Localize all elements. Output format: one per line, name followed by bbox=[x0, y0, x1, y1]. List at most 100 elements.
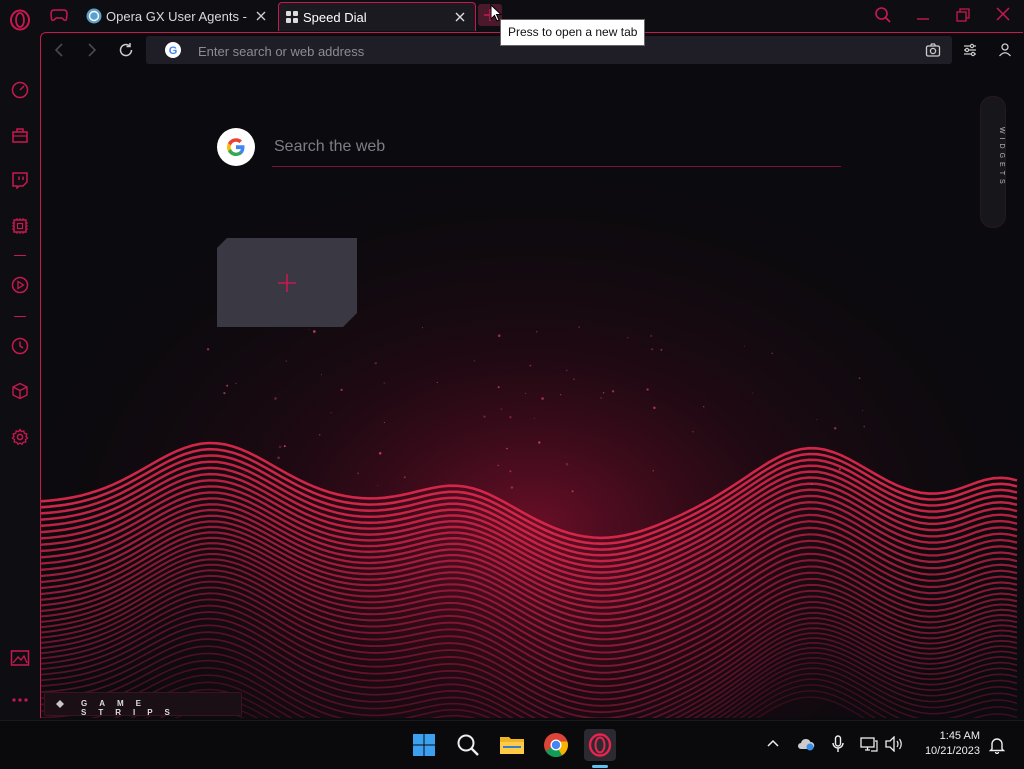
shopping-bag-icon[interactable] bbox=[8, 123, 32, 147]
snapshot-camera-icon[interactable] bbox=[925, 42, 941, 58]
particle-dot bbox=[536, 331, 538, 333]
particle-dot bbox=[600, 397, 602, 399]
particle-dot bbox=[529, 364, 532, 367]
particle-dot bbox=[702, 405, 705, 408]
reload-icon[interactable] bbox=[118, 42, 134, 58]
profile-icon[interactable] bbox=[998, 42, 1012, 58]
close-tab-icon[interactable] bbox=[254, 9, 268, 23]
particle-dot bbox=[226, 384, 229, 387]
player-icon[interactable] bbox=[8, 273, 32, 297]
particle-dot bbox=[743, 345, 746, 347]
particle-dot bbox=[560, 394, 562, 396]
game-strips-icon bbox=[56, 700, 64, 708]
settings-gear-icon[interactable] bbox=[8, 425, 32, 449]
particle-dot bbox=[565, 369, 568, 372]
particle-dot bbox=[235, 382, 237, 385]
particle-dot bbox=[378, 452, 382, 455]
cpu-icon[interactable] bbox=[8, 214, 32, 238]
close-window-icon[interactable] bbox=[996, 7, 1010, 21]
particle-dot bbox=[483, 415, 486, 418]
particle-dot bbox=[340, 388, 343, 392]
particle-dot bbox=[244, 472, 246, 474]
particle-dot bbox=[646, 388, 649, 391]
web-search-input[interactable] bbox=[272, 128, 841, 167]
notification-bell-icon[interactable] bbox=[989, 736, 1005, 754]
particle-dot bbox=[541, 397, 544, 400]
particle-dot bbox=[651, 348, 654, 351]
plus-icon bbox=[277, 273, 297, 293]
more-dots-icon[interactable] bbox=[8, 688, 32, 712]
particle-dot bbox=[660, 348, 663, 351]
particle-dot bbox=[602, 392, 605, 394]
particle-dot bbox=[473, 360, 476, 362]
wallpaper-icon[interactable] bbox=[8, 646, 32, 670]
chrome-icon[interactable] bbox=[540, 729, 572, 761]
extensions-cube-icon[interactable] bbox=[8, 379, 32, 403]
particle-dot bbox=[421, 327, 423, 329]
particle-dot bbox=[497, 386, 500, 389]
search-icon[interactable] bbox=[452, 729, 484, 761]
particle-dot bbox=[611, 390, 615, 393]
particle-dot bbox=[752, 392, 754, 394]
close-tab-icon[interactable] bbox=[453, 10, 467, 24]
add-speed-dial-tile[interactable] bbox=[217, 238, 357, 327]
restore-icon[interactable] bbox=[956, 8, 970, 22]
opera-gx-logo-icon[interactable] bbox=[8, 8, 32, 32]
particle-dot bbox=[816, 419, 818, 421]
particle-dot bbox=[653, 406, 656, 410]
microphone-icon[interactable] bbox=[831, 735, 845, 753]
tab-opera-gx-user-agents[interactable]: Opera GX User Agents - W bbox=[84, 2, 276, 30]
particle-dot bbox=[277, 456, 280, 460]
system-clock[interactable]: 1:45 AM 10/21/2023 bbox=[925, 729, 980, 759]
particle-dot bbox=[285, 360, 288, 363]
history-icon[interactable] bbox=[8, 334, 32, 358]
particle-dot bbox=[538, 441, 541, 444]
particle-dot bbox=[308, 328, 310, 330]
volume-icon[interactable] bbox=[885, 736, 903, 752]
particle-dot bbox=[223, 391, 226, 395]
tab-speed-dial[interactable]: Speed Dial bbox=[278, 2, 476, 31]
clock-time: 1:45 AM bbox=[939, 730, 980, 742]
gamepad-icon[interactable] bbox=[50, 8, 68, 22]
particle-dot bbox=[833, 427, 837, 430]
particle-dot bbox=[278, 445, 282, 449]
windows-start-icon[interactable] bbox=[408, 729, 440, 761]
onedrive-icon[interactable] bbox=[796, 737, 816, 751]
file-explorer-icon[interactable] bbox=[496, 729, 528, 761]
game-strips-bar[interactable]: GAME STRIPS bbox=[44, 692, 242, 717]
particle-dot bbox=[771, 352, 774, 355]
easy-setup-icon[interactable] bbox=[962, 42, 978, 58]
particle-dot bbox=[497, 334, 501, 338]
widgets-panel-toggle[interactable]: WIDGETS bbox=[980, 96, 1006, 228]
particle-dot bbox=[374, 362, 377, 365]
twitch-icon[interactable] bbox=[8, 168, 32, 192]
particle-dot bbox=[436, 381, 438, 384]
particle-dot bbox=[863, 425, 865, 428]
sidebar bbox=[0, 0, 40, 720]
particle-dot bbox=[533, 417, 535, 419]
particle-dot bbox=[383, 421, 386, 424]
particle-dot bbox=[838, 468, 841, 471]
particle-dot bbox=[810, 483, 813, 486]
tab-search-icon[interactable] bbox=[874, 6, 892, 24]
back-icon[interactable] bbox=[52, 42, 66, 58]
speed-dial-grid-icon bbox=[286, 11, 298, 23]
particle-dot bbox=[650, 335, 653, 337]
site-favicon-icon bbox=[86, 8, 102, 24]
opera-gx-icon[interactable] bbox=[584, 729, 616, 761]
network-icon[interactable] bbox=[860, 736, 878, 752]
minimize-icon[interactable] bbox=[916, 8, 930, 22]
particle-dot bbox=[506, 447, 508, 450]
google-logo-icon: G bbox=[165, 42, 181, 58]
particle-dot bbox=[525, 392, 527, 395]
particle-dot bbox=[510, 486, 514, 489]
particle-dot bbox=[320, 374, 322, 376]
tab-label: Speed Dial bbox=[303, 9, 367, 25]
speed-dial-search bbox=[217, 128, 841, 174]
particle-dot bbox=[497, 464, 500, 467]
speedometer-icon[interactable] bbox=[8, 78, 32, 102]
new-tab-tooltip: Press to open a new tab bbox=[500, 19, 646, 46]
chevron-up-icon[interactable] bbox=[767, 739, 779, 747]
clock-date: 10/21/2023 bbox=[924, 745, 980, 757]
forward-icon[interactable] bbox=[85, 42, 99, 58]
